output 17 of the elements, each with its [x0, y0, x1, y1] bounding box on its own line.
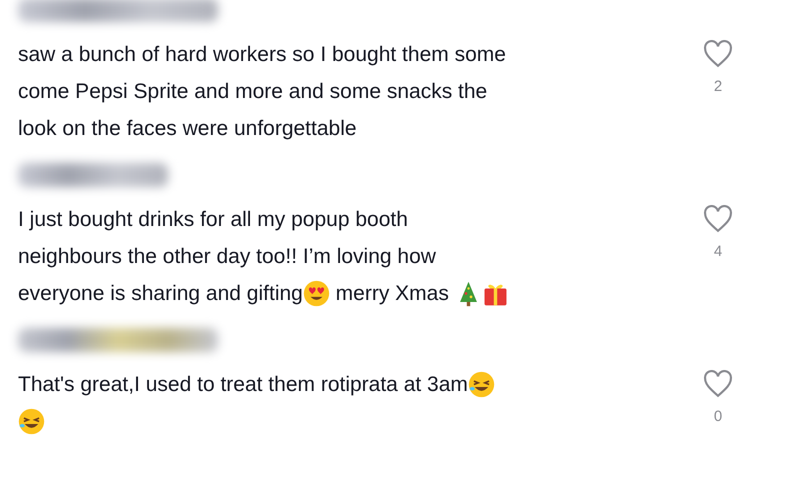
heart-eyes-face-icon	[302, 280, 330, 307]
comment-text: merry Xmas	[334, 282, 450, 306]
like-count: 2	[714, 78, 722, 95]
heart-icon[interactable]	[703, 205, 733, 233]
laughing-face-icon	[18, 408, 45, 435]
heart-icon[interactable]	[703, 370, 733, 398]
heart-icon[interactable]	[703, 40, 733, 68]
comment-text: saw a bunch of hard workers so I bought them some	[18, 42, 506, 66]
comment-text: come Pepsi Sprite and more and some snacks the	[18, 80, 488, 104]
comment-text: I just bought drinks for all my popup booth	[18, 208, 408, 232]
comment-text: That's great,I used to treat them rotiprata at 3am	[18, 372, 468, 396]
comment-text: everyone is sharing and gifting	[18, 282, 303, 306]
laughing-face-icon	[468, 371, 495, 398]
comment-text: look on the faces were unforgettable	[18, 116, 357, 140]
like-count: 4	[714, 243, 722, 260]
like-count: 0	[714, 408, 722, 425]
comment-text: neighbours the other day too!! I’m loving how	[18, 244, 436, 268]
